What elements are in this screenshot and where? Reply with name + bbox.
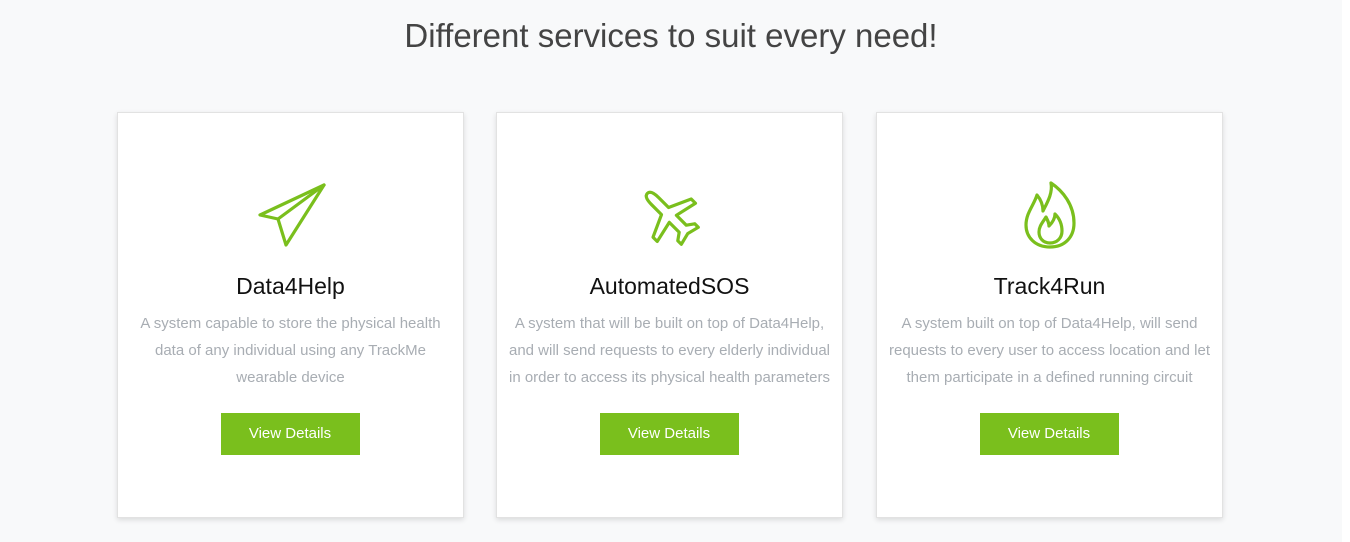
services-section: Different services to suit every need! D… [0, 0, 1342, 542]
section-title: Different services to suit every need! [404, 17, 938, 54]
airplane-icon [635, 181, 705, 251]
service-card-track4run: Track4Run A system built on top of Data4… [876, 112, 1223, 518]
fire-icon [1015, 181, 1085, 251]
view-details-button[interactable]: View Details [599, 413, 739, 455]
view-details-button[interactable]: View Details [220, 413, 360, 455]
service-card-data4help: Data4Help A system capable to store the … [117, 112, 464, 518]
service-card-automatedsos: AutomatedSOS A system that will be built… [496, 112, 843, 518]
card-title: Track4Run [993, 273, 1106, 299]
paper-plane-icon [256, 181, 326, 251]
card-description: A system built on top of Data4Help, will… [888, 315, 1210, 386]
view-details-button[interactable]: View Details [979, 413, 1119, 455]
card-description: A system capable to store the physical h… [140, 315, 441, 386]
card-description: A system that will be built on top of Da… [508, 315, 830, 386]
card-title: Data4Help [236, 273, 345, 299]
card-title: AutomatedSOS [589, 273, 750, 299]
